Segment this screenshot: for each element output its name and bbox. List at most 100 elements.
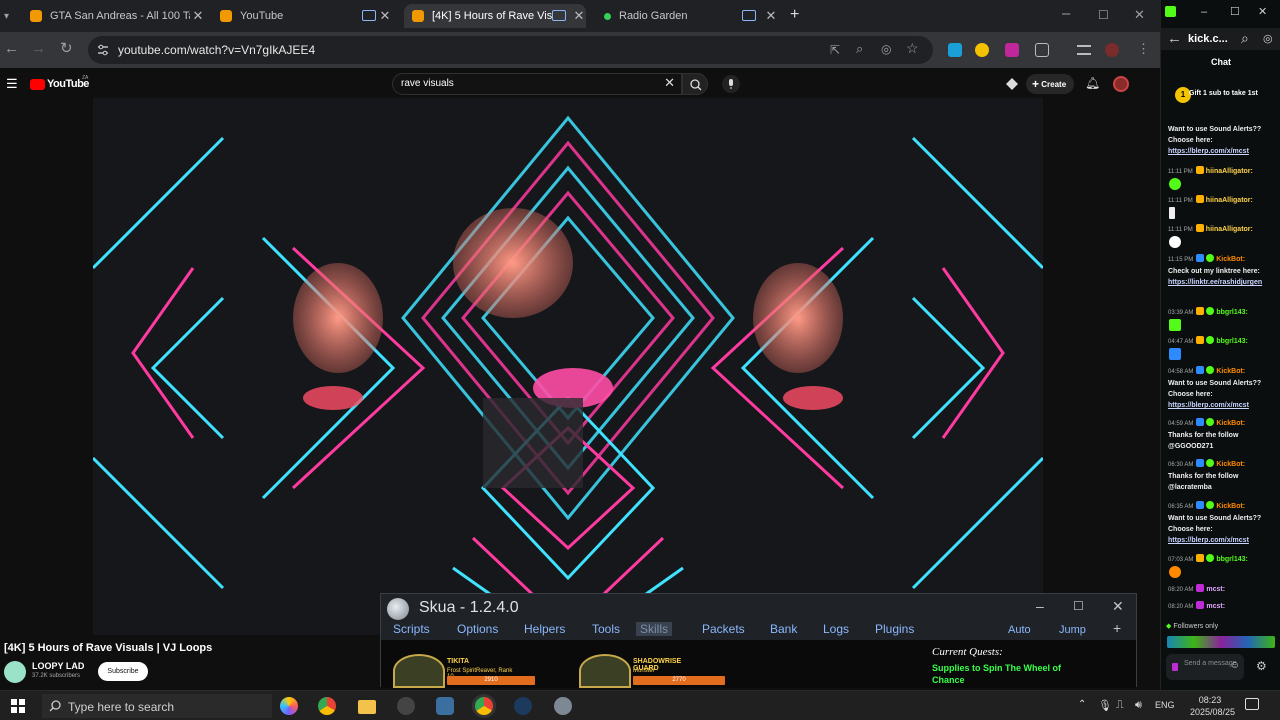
chat-settings-icon[interactable]: ⚙ (1256, 659, 1267, 673)
chat-username[interactable]: KickBot: (1216, 461, 1245, 468)
url-text[interactable]: youtube.com/watch?v=Vn7gIkAJEE4 (118, 43, 315, 57)
maximize-icon[interactable]: ☐ (1098, 7, 1109, 23)
tab-search-chevron-icon[interactable]: ▾ (4, 9, 9, 25)
minimize-icon[interactable]: – (1062, 6, 1070, 22)
search-value[interactable]: rave visuals (401, 78, 454, 89)
chat-link[interactable]: https://linktr.ee/rashidjurgen (1168, 277, 1273, 288)
search-button[interactable] (682, 73, 708, 95)
emote-row[interactable] (1167, 636, 1275, 648)
kick-eye-off-icon[interactable]: ◎ (1263, 31, 1273, 47)
language-indicator[interactable]: ENG (1155, 700, 1175, 710)
kick-maximize-icon[interactable]: ☐ (1230, 4, 1240, 20)
chat-link[interactable]: https://blerp.com/x/mcst (1168, 400, 1273, 411)
gift-sub-banner[interactable]: 1 Gift 1 sub to take 1st (1165, 84, 1277, 106)
browser-menu-icon[interactable]: ⋮ (1137, 41, 1150, 57)
forward-arrow-icon[interactable]: → (31, 41, 46, 57)
new-tab-plus-icon[interactable]: + (790, 7, 799, 23)
skua-menu-plugins[interactable]: Plugins (875, 622, 914, 636)
reload-icon[interactable]: ↻ (60, 41, 73, 57)
skua-menu-packets[interactable]: Packets (702, 622, 745, 636)
site-settings-icon[interactable] (97, 44, 109, 56)
tab-close-icon[interactable]: ✕ (764, 8, 778, 24)
skua-minimize-icon[interactable]: – (1036, 598, 1044, 614)
back-arrow-icon[interactable]: ← (4, 41, 19, 57)
extension-icon[interactable] (1005, 43, 1019, 57)
eye-off-icon[interactable]: ◎ (881, 41, 891, 57)
quest-item[interactable]: Supplies to Spin The Wheel of Chance (932, 662, 1072, 686)
chat-username[interactable]: hiinaAlligator: (1206, 226, 1253, 233)
obs-app-icon[interactable] (397, 697, 415, 715)
chat-username[interactable]: KickBot: (1216, 420, 1245, 427)
skua-jump-button[interactable]: Jump (1059, 624, 1086, 636)
create-button[interactable]: + Create (1026, 74, 1074, 94)
app-icon[interactable] (436, 697, 454, 715)
chat-link[interactable]: https://blerp.com/x/mcst (1168, 146, 1273, 157)
skua-add-icon[interactable]: + (1113, 620, 1121, 636)
extension-icon[interactable] (975, 43, 989, 57)
copilot-app-icon[interactable] (280, 697, 298, 715)
kick-minimize-icon[interactable]: – (1201, 4, 1207, 20)
tab-gta[interactable]: GTA San Andreas - All 100 Tag ✕ (30, 4, 205, 28)
account-avatar[interactable] (1113, 76, 1129, 92)
kick-url[interactable]: kick.c... (1188, 33, 1228, 45)
notifications-icon[interactable] (1245, 698, 1259, 710)
notifications-bell-icon[interactable]: 🔔︎ (1085, 76, 1100, 90)
ai-sparkle-icon[interactable] (1006, 78, 1018, 90)
hamburger-menu-icon[interactable]: ☰ (6, 76, 18, 92)
clear-search-icon[interactable]: ✕ (664, 75, 675, 91)
skua-close-icon[interactable]: ✕ (1112, 598, 1124, 615)
channel-name[interactable]: LOOPY LAD (32, 661, 84, 671)
omnibox[interactable]: youtube.com/watch?v=Vn7gIkAJEE4 ⇱ ⌕ ◎ ☆ (88, 36, 933, 64)
skua-menu-scripts[interactable]: Scripts (393, 622, 430, 636)
chat-username[interactable]: hiinaAlligator: (1206, 168, 1253, 175)
chat-username[interactable]: KickBot: (1216, 368, 1245, 375)
skua-maximize-icon[interactable]: ☐ (1073, 599, 1084, 613)
tab-youtube[interactable]: YouTube ✕ (220, 4, 392, 28)
tab-close-icon[interactable]: ✕ (191, 8, 205, 24)
clock[interactable]: 08:23 2025/08/25 (1190, 694, 1235, 718)
chat-username[interactable]: bbgrl143: (1216, 338, 1248, 345)
extension-icon[interactable] (948, 43, 962, 57)
microphone-tray-icon[interactable]: 🎙︎ (1098, 699, 1112, 712)
skua-menu-options[interactable]: Options (457, 622, 498, 636)
chat-username[interactable]: bbgrl143: (1216, 309, 1248, 316)
subscribe-button[interactable]: Subscribe (98, 662, 148, 681)
chat-username[interactable]: KickBot: (1216, 503, 1245, 510)
kick-back-icon[interactable]: ← (1167, 31, 1182, 47)
skua-menu-helpers[interactable]: Helpers (524, 622, 565, 636)
kick-close-icon[interactable]: ✕ (1258, 4, 1267, 20)
skua-menu-tools[interactable]: Tools (592, 622, 620, 636)
skua-menu-bank[interactable]: Bank (770, 622, 797, 636)
skua-menu-skills[interactable]: Skills (636, 622, 673, 636)
extensions-puzzle-icon[interactable] (1035, 43, 1049, 57)
chrome-app-icon[interactable] (318, 697, 336, 715)
window-close-icon[interactable]: ✕ (1134, 7, 1145, 23)
chat-username[interactable]: hiinaAlligator: (1206, 197, 1253, 204)
voice-search-button[interactable] (722, 75, 740, 93)
emoji-picker-icon[interactable]: ☺ (1230, 660, 1240, 671)
skua-app-icon[interactable] (554, 697, 572, 715)
chat-message-input[interactable]: Send a message ☺ (1166, 654, 1244, 680)
tab-close-icon[interactable]: ✕ (378, 8, 392, 24)
profile-avatar[interactable] (1105, 43, 1119, 57)
tab-close-icon[interactable]: ✕ (572, 8, 586, 24)
taskbar-search-box[interactable]: Type here to search (42, 694, 272, 718)
search-input[interactable]: rave visuals ✕ (392, 73, 682, 95)
channel-avatar[interactable] (4, 661, 26, 683)
video-player[interactable] (93, 98, 1043, 635)
chrome-app-icon[interactable] (475, 697, 493, 715)
steam-app-icon[interactable] (514, 697, 532, 715)
tab-rave-visuals[interactable]: [4K] 5 Hours of Rave Visual ✕ (404, 4, 586, 28)
skua-menu-logs[interactable]: Logs (823, 622, 849, 636)
open-in-app-icon[interactable]: ⇱ (830, 42, 840, 58)
chat-username[interactable]: KickBot: (1216, 256, 1245, 263)
chat-username[interactable]: mcst: (1206, 603, 1225, 610)
media-control-icon[interactable] (1077, 45, 1091, 55)
kick-zoom-icon[interactable]: ⌕ (1241, 30, 1249, 46)
bookmark-star-icon[interactable]: ☆ (906, 40, 919, 56)
youtube-logo-icon[interactable] (30, 79, 45, 90)
zoom-icon[interactable]: ⌕ (856, 41, 863, 57)
volume-icon[interactable]: 🔊︎ (1135, 699, 1142, 712)
chat-username[interactable]: bbgrl143: (1216, 556, 1248, 563)
file-explorer-icon[interactable] (358, 700, 376, 714)
